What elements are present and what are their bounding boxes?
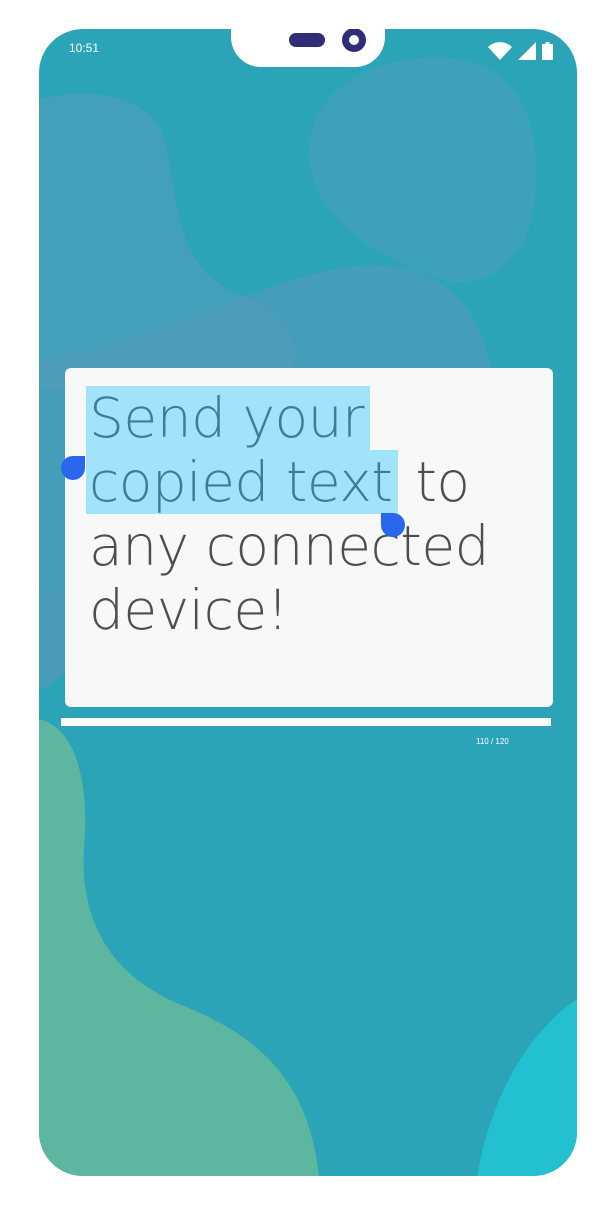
cellular-signal-icon — [518, 42, 536, 60]
camera-notch — [231, 29, 385, 67]
battery-icon — [542, 42, 553, 60]
front-camera-icon — [342, 29, 366, 52]
character-count-bar — [61, 718, 551, 726]
wifi-icon — [488, 42, 512, 60]
text-line-4: device! — [89, 578, 529, 642]
selection-start-handle[interactable] — [61, 456, 85, 480]
clipboard-text[interactable]: Send your copied text to any connected d… — [86, 386, 529, 642]
text-line-3: any connected — [89, 514, 529, 578]
selected-text: copied text — [86, 450, 399, 514]
text-card[interactable]: Send your copied text to any connected d… — [61, 368, 553, 707]
status-time: 10:51 — [69, 41, 100, 55]
selected-text: Send your — [86, 386, 371, 450]
status-icons — [488, 42, 553, 60]
character-counter: 110 / 120 — [476, 737, 509, 746]
selection-end-handle[interactable] — [381, 513, 405, 537]
unselected-text: device! — [89, 578, 289, 642]
text-line-1: Send your — [86, 386, 529, 450]
text-line-2: copied text to — [86, 450, 529, 514]
phone-screen: 10:51 Send your copied text to any conne… — [39, 29, 577, 1176]
speaker-grille — [289, 33, 325, 47]
unselected-text: to — [398, 450, 470, 514]
unselected-text: any connected — [89, 514, 490, 578]
